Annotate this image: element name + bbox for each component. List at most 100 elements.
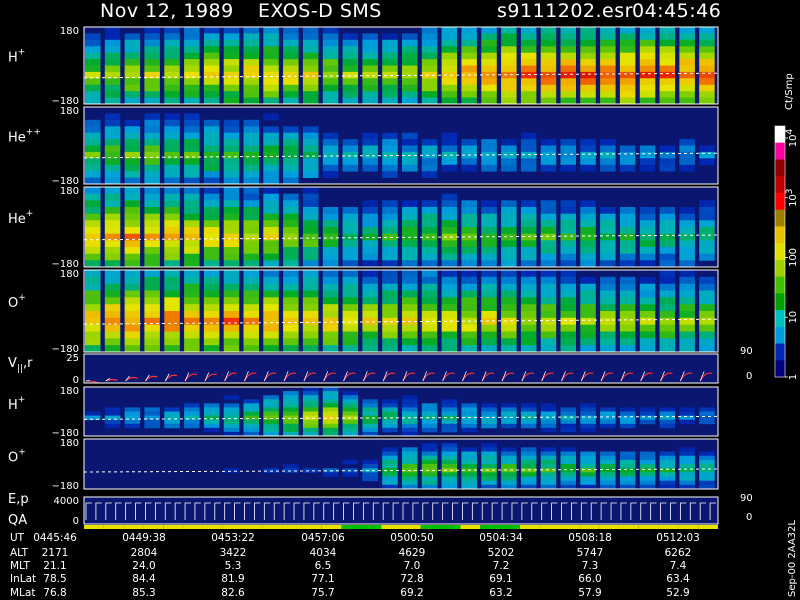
spectrogram-cell — [501, 65, 517, 73]
spectrogram-cell — [342, 158, 359, 166]
spectrogram-cell — [382, 213, 398, 221]
spectrogram-cell — [540, 59, 557, 66]
spectrogram-cell — [184, 151, 200, 159]
spectrogram-cell — [501, 158, 517, 166]
spectrogram-cell — [560, 71, 576, 79]
spectrogram-cell — [302, 220, 319, 228]
spectrogram-cell — [302, 139, 319, 146]
panel-label-suffix: ,r — [23, 356, 33, 371]
spectrogram-cell — [104, 97, 121, 105]
spectrogram-cell — [104, 411, 121, 416]
panel-5: 180−180H+ — [8, 386, 719, 439]
spectrogram-cell — [639, 317, 656, 325]
spectrogram-cell — [104, 276, 121, 284]
spectrogram-cell — [263, 139, 279, 146]
spectrogram-cell — [243, 213, 259, 221]
spectrogram-cell — [600, 65, 616, 73]
spectrogram-cell — [164, 415, 180, 421]
spectrogram-cell — [382, 290, 398, 298]
spectrogram-cell — [402, 227, 418, 235]
spectrogram-cell — [699, 297, 715, 305]
spectrogram-cell — [461, 240, 477, 248]
spectrogram-cell — [540, 338, 557, 346]
spectrogram-cell — [639, 459, 656, 465]
panel-label-superscript: + — [18, 48, 26, 58]
spectrogram-cell — [540, 324, 557, 332]
colorbar-title: Ct/Smp — [784, 73, 795, 110]
spectrogram-cell — [124, 290, 141, 298]
spectrogram-cell — [580, 27, 596, 34]
spectrogram-cell — [283, 345, 299, 353]
spectrogram-cell — [144, 207, 160, 215]
spectrogram-cell — [124, 247, 141, 255]
spectrogram-cell — [184, 71, 200, 79]
spectrogram-cell — [283, 297, 299, 305]
spectrogram-cell — [501, 164, 517, 172]
spectrogram-cell — [659, 207, 676, 215]
spectrogram-cell — [600, 317, 616, 325]
y-max-label: 180 — [60, 386, 79, 397]
spectrogram-cell — [619, 59, 636, 66]
spectrogram-cell — [421, 407, 438, 412]
spectrogram-cell — [124, 177, 141, 185]
spectrogram-cell — [600, 213, 616, 221]
spectrogram-cell — [263, 171, 279, 178]
spectrogram-cell — [481, 324, 497, 332]
spectrogram-cell — [421, 459, 438, 465]
spectrogram-cell — [560, 78, 576, 86]
spectrogram-cell — [659, 78, 676, 86]
colorbar-segment — [775, 310, 785, 328]
spectrogram-cell — [580, 158, 596, 166]
spectrogram-cell — [560, 472, 576, 477]
spectrogram-cell — [441, 468, 458, 473]
spectrogram-cell — [362, 151, 378, 159]
spectrogram-cell — [322, 338, 339, 346]
spectrogram-cell — [203, 164, 220, 172]
spectrogram-cell — [164, 132, 180, 140]
spectrogram-cell — [243, 240, 259, 248]
spectrogram-cell — [501, 213, 517, 221]
spectrogram-cell — [322, 297, 339, 305]
spectrogram-cell — [441, 253, 458, 261]
spectrogram-cell — [441, 403, 458, 408]
spectrogram-cell — [699, 97, 715, 105]
spectrogram-cell — [560, 419, 576, 425]
spectrogram-cell — [461, 59, 477, 66]
qa-bar-segment — [658, 525, 679, 529]
spectrogram-cell — [203, 427, 220, 433]
table-cell: 5202 — [488, 547, 515, 559]
spectrogram-cell — [104, 317, 121, 325]
spectrogram-cell — [421, 164, 438, 172]
spectrogram-cell — [520, 317, 537, 325]
spectrogram-cell — [441, 331, 458, 339]
spectrogram-cell — [639, 46, 656, 54]
spectrogram-cell — [481, 39, 497, 47]
spectrogram-cell — [560, 158, 576, 166]
spectrogram-cell — [203, 145, 220, 153]
spectrogram-cell — [402, 419, 418, 425]
spectrogram-cell — [263, 395, 279, 400]
spectrogram-cell — [164, 407, 180, 412]
spectrogram-cell — [184, 419, 200, 425]
spectrogram-cell — [263, 132, 279, 140]
spectrogram-cell — [203, 311, 220, 319]
qa-bar-segment — [698, 525, 718, 529]
spectrogram-cell — [639, 283, 656, 291]
spectrogram-cell — [243, 317, 259, 325]
spectrogram-cell — [501, 451, 517, 457]
spectrogram-cell — [104, 187, 121, 195]
spectrogram-cell — [600, 476, 616, 482]
spectrogram-cell — [421, 455, 438, 461]
spectrogram-cell — [342, 52, 359, 60]
spectrogram-cell — [461, 91, 477, 98]
spectrogram-cell — [124, 411, 141, 416]
spectrogram-cell — [263, 220, 279, 228]
spectrogram-cell — [639, 65, 656, 73]
spectrogram-cell — [421, 276, 438, 284]
spectrogram-cell — [223, 407, 240, 412]
spectrogram-cell — [223, 304, 240, 312]
spectrogram-cell — [461, 324, 477, 332]
spectrogram-cell — [243, 253, 259, 261]
spectrogram-cell — [402, 472, 418, 477]
spectrogram-cell — [124, 78, 141, 86]
